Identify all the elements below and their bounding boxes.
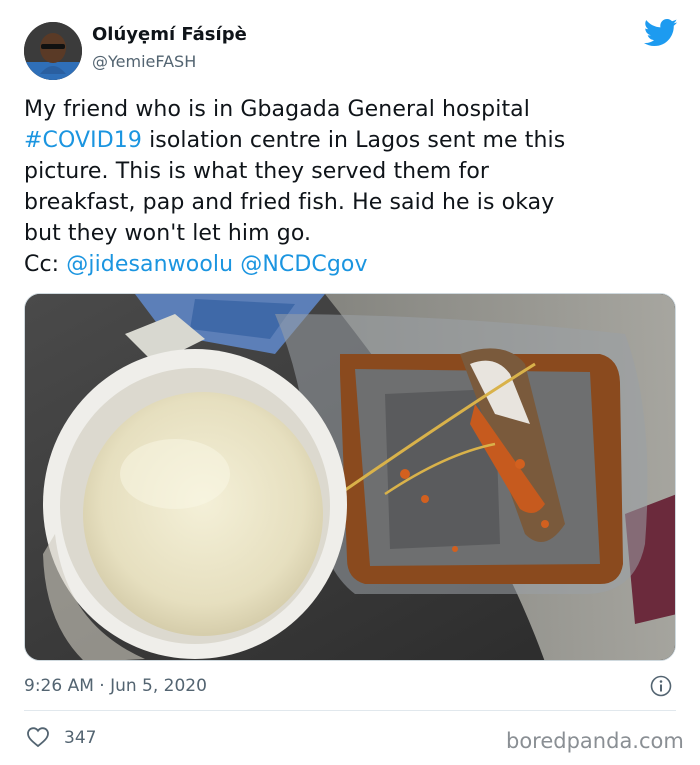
tweet-line: Cc: @jidesanwoolu @NCDCgov <box>24 249 674 280</box>
avatar[interactable] <box>24 22 82 80</box>
hashtag-link[interactable]: #COVID19 <box>24 128 142 153</box>
watermark: boredpanda.com <box>506 729 684 753</box>
like-count: 347 <box>64 728 97 748</box>
twitter-bird-icon[interactable] <box>644 18 678 48</box>
tweet-text: My friend who is in Gbagada General hosp… <box>24 94 674 280</box>
divider <box>24 710 676 711</box>
tweet-line: breakfast, pap and fried fish. He said h… <box>24 190 555 215</box>
tweet-line: My friend who is in Gbagada General hosp… <box>24 97 530 122</box>
tweet-line: picture. This is what they served them f… <box>24 159 490 184</box>
mention-link[interactable]: @NCDCgov <box>240 252 367 277</box>
author-name[interactable]: Olúyẹmí Fásípè <box>92 24 247 46</box>
tweet-photo[interactable] <box>24 293 676 661</box>
tweet-card: Olúyẹmí Fásípè @YemieFASH My friend who … <box>0 0 700 765</box>
food-photo-illustration <box>25 294 675 660</box>
tweet-timestamp[interactable]: 9:26 AM · Jun 5, 2020 <box>24 676 207 696</box>
cc-label: Cc: <box>24 252 67 277</box>
mention-link[interactable]: @jidesanwoolu <box>66 252 233 277</box>
tweet-line: but they won't let him go. <box>24 221 312 246</box>
tweet-line: #COVID19 isolation centre in Lagos sent … <box>24 125 674 156</box>
info-icon[interactable] <box>650 675 672 697</box>
tweet-line-text: isolation centre in Lagos sent me this <box>142 128 566 153</box>
author-handle[interactable]: @YemieFASH <box>92 52 196 72</box>
heart-icon[interactable] <box>26 726 50 748</box>
